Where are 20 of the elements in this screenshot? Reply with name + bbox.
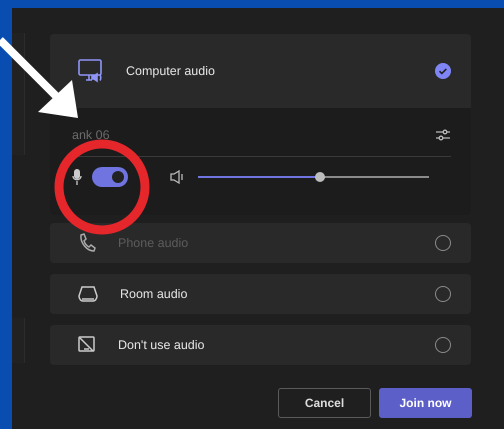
option-label: Don't use audio [118, 336, 206, 354]
option-label: Computer audio [126, 62, 216, 80]
audio-option[interactable]: Don't use audio [50, 325, 471, 365]
room-device-icon [78, 285, 98, 303]
join-button[interactable]: Join now [379, 388, 472, 418]
audio-option[interactable]: Room audio [50, 274, 471, 314]
audio-off-icon [78, 336, 96, 354]
slider-thumb[interactable] [315, 172, 326, 182]
monitor-speaker-icon [78, 59, 104, 83]
option-label: Room audio [120, 286, 188, 303]
radio-button[interactable] [435, 337, 451, 353]
microphone-icon [72, 169, 82, 185]
phone-icon [78, 233, 96, 253]
audio-option[interactable]: Computer audio [50, 34, 471, 108]
radio-checked[interactable] [435, 63, 451, 79]
radio-button[interactable] [435, 286, 451, 302]
settings-sliders-icon[interactable] [435, 128, 451, 142]
microphone-toggle[interactable] [92, 167, 128, 187]
cancel-button[interactable]: Cancel [278, 388, 371, 418]
device-name: ank 06 [72, 126, 111, 144]
